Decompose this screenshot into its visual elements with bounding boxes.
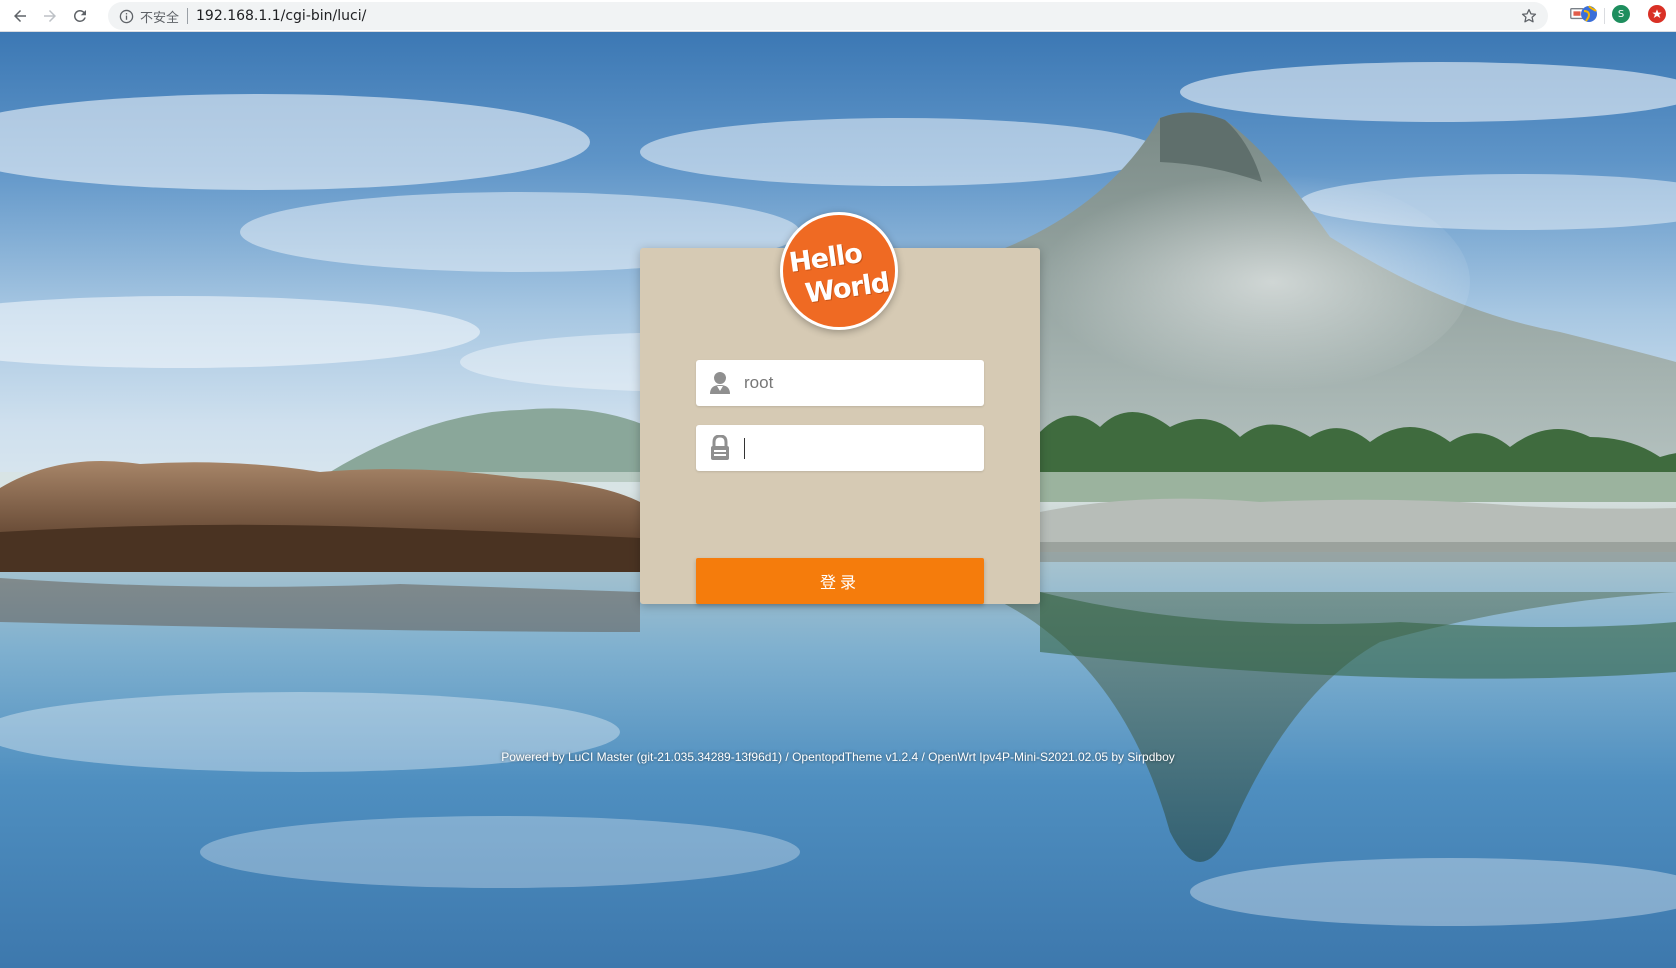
extension-globe-icon[interactable] — [1580, 5, 1598, 23]
forward-arrow-icon[interactable] — [38, 4, 62, 28]
omnibox-divider — [187, 8, 189, 24]
reload-icon[interactable] — [68, 4, 92, 28]
star-icon[interactable] — [1520, 7, 1538, 25]
username-field[interactable] — [696, 360, 984, 406]
lock-icon — [708, 434, 732, 461]
password-input[interactable] — [744, 425, 972, 471]
back-arrow-icon[interactable] — [8, 4, 32, 28]
footer-credits: Powered by LuCI Master (git-21.035.34289… — [501, 750, 1175, 764]
info-icon[interactable] — [118, 8, 134, 24]
username-input[interactable] — [744, 360, 972, 406]
url-text[interactable]: 192.168.1.1/cgi-bin/luci/ — [196, 8, 366, 24]
hello-world-logo: Hello World — [780, 212, 898, 330]
login-button[interactable]: 登录 — [696, 558, 984, 604]
profile-avatar[interactable]: S — [1612, 5, 1630, 23]
security-label: 不安全 — [140, 10, 180, 26]
user-icon — [708, 370, 732, 396]
extension-red-icon[interactable] — [1648, 5, 1666, 23]
toolbar-divider — [1604, 8, 1605, 24]
browser-toolbar: 不安全 192.168.1.1/cgi-bin/luci/ S — [0, 0, 1676, 32]
password-field[interactable] — [696, 425, 984, 471]
address-bar[interactable]: 不安全 192.168.1.1/cgi-bin/luci/ — [108, 2, 1548, 30]
text-caret — [744, 438, 745, 459]
